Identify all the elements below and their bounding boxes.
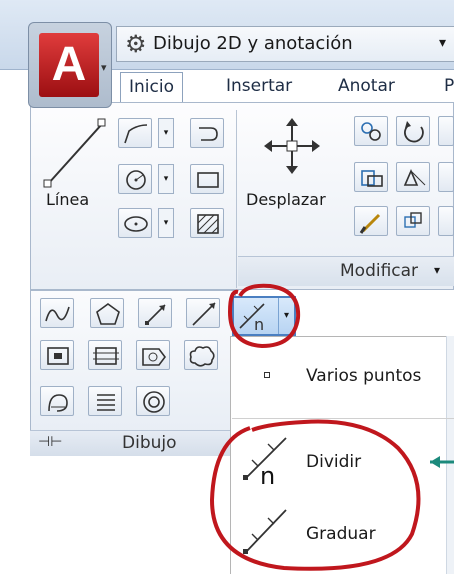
- ellipse-button[interactable]: [118, 208, 152, 238]
- tab-insertar[interactable]: Insertar: [218, 72, 300, 102]
- fillet-more-button[interactable]: [438, 162, 454, 192]
- pin-icon[interactable]: ⊣⊢: [38, 434, 62, 450]
- copy-button[interactable]: [354, 116, 388, 146]
- fillet-icon: [199, 127, 218, 141]
- chevron-down-icon[interactable]: ▾: [101, 61, 107, 74]
- polyline-icon: [124, 124, 148, 144]
- measure-icon: [243, 509, 287, 554]
- rectangle-icon: [197, 172, 219, 188]
- draw-panel-title-bar[interactable]: ⊣⊢ Dibujo: [30, 430, 236, 456]
- workspace-selector[interactable]: ⚙ Dibujo 2D y anotación ▾: [116, 26, 454, 62]
- array-more-button[interactable]: [438, 206, 454, 236]
- rectangle-button[interactable]: [190, 164, 224, 194]
- donut-button[interactable]: [136, 386, 170, 416]
- point-dropdown-arrow[interactable]: ▾: [278, 298, 294, 334]
- ellipse-dropdown[interactable]: ▾: [158, 208, 174, 238]
- polygon-button[interactable]: [90, 298, 124, 328]
- ellipse-icon: [124, 216, 148, 232]
- autocad-logo: A: [39, 33, 99, 97]
- copy-icon: [361, 122, 381, 141]
- mirror-icon: [403, 168, 426, 186]
- region-button[interactable]: [136, 340, 170, 370]
- hatch-button[interactable]: [190, 208, 224, 238]
- polyline-dropdown[interactable]: ▾: [158, 118, 174, 148]
- circle-icon: [126, 170, 146, 190]
- ray-button[interactable]: [138, 298, 172, 328]
- workspace-label: Dibujo 2D y anotación: [153, 33, 353, 54]
- move-icon[interactable]: [262, 116, 322, 176]
- revcloud-icon: [189, 346, 215, 367]
- stretch2-button[interactable]: [354, 206, 388, 236]
- menu-item-varios-puntos[interactable]: Varios puntos: [306, 366, 421, 386]
- point-button[interactable]: n ▾: [232, 296, 296, 336]
- trim-button[interactable]: [438, 116, 454, 146]
- tab-anotar[interactable]: Anotar: [330, 72, 403, 102]
- svg-text:n: n: [254, 315, 264, 334]
- stretch-button[interactable]: [354, 162, 388, 192]
- line-button-label[interactable]: Línea: [46, 190, 89, 209]
- construction-line-button[interactable]: [186, 298, 220, 328]
- gradient-button[interactable]: [40, 340, 74, 370]
- boundary-button[interactable]: [88, 340, 122, 370]
- helix-button[interactable]: [88, 386, 122, 416]
- spline-icon: [45, 306, 70, 322]
- circle-dropdown[interactable]: ▾: [158, 164, 174, 194]
- spline-button[interactable]: [40, 298, 74, 328]
- helix-icon: [97, 394, 115, 411]
- mirror-button[interactable]: [396, 162, 430, 192]
- gradient-icon: [47, 347, 69, 365]
- ray-icon: [145, 304, 166, 325]
- region-icon: [142, 348, 166, 366]
- polyline-button[interactable]: [118, 118, 152, 148]
- revcloud-button[interactable]: [184, 340, 218, 370]
- polygon-icon: [96, 303, 120, 325]
- hatch-icon: [197, 214, 219, 234]
- menu-item-dividir[interactable]: Dividir: [306, 452, 361, 472]
- rotate-button[interactable]: [396, 116, 430, 146]
- menu-scroll-edge: [446, 336, 454, 574]
- draw-panel-title: Dibujo: [122, 433, 177, 453]
- chevron-down-icon[interactable]: ▾: [439, 35, 446, 51]
- divide-icon: n: [243, 437, 287, 486]
- xline-icon: [192, 302, 216, 326]
- line-icon[interactable]: [40, 114, 110, 194]
- svg-text:n: n: [260, 462, 275, 486]
- tab-p[interactable]: P: [436, 72, 454, 102]
- boundary-icon: [93, 347, 119, 365]
- stretch-icon: [361, 170, 383, 187]
- point-divide-icon: n: [239, 303, 265, 334]
- array-icon: [404, 212, 422, 228]
- move-button-label[interactable]: Desplazar: [246, 190, 326, 209]
- tab-inicio[interactable]: Inicio: [120, 72, 183, 102]
- circle-button[interactable]: [118, 164, 152, 194]
- modify-panel-title: Modificar: [340, 261, 419, 281]
- application-menu-button[interactable]: A ▾: [28, 22, 112, 108]
- panel-divider: [236, 110, 237, 288]
- rotate-icon: [404, 121, 424, 143]
- point-icon: [264, 372, 270, 378]
- chevron-down-icon[interactable]: ▾: [434, 263, 440, 277]
- brush-icon: [359, 213, 381, 234]
- menu-item-graduar[interactable]: Graduar: [306, 524, 376, 544]
- wipeout-icon: [48, 394, 68, 412]
- menu-separator: [232, 418, 454, 419]
- modify-panel-title-bar[interactable]: Modificar ▾: [238, 256, 454, 286]
- gear-icon: ⚙: [125, 30, 147, 58]
- array-button[interactable]: [396, 206, 430, 236]
- donut-icon: [143, 391, 165, 413]
- fillet-button[interactable]: [190, 118, 224, 148]
- wipeout-button[interactable]: [40, 386, 74, 416]
